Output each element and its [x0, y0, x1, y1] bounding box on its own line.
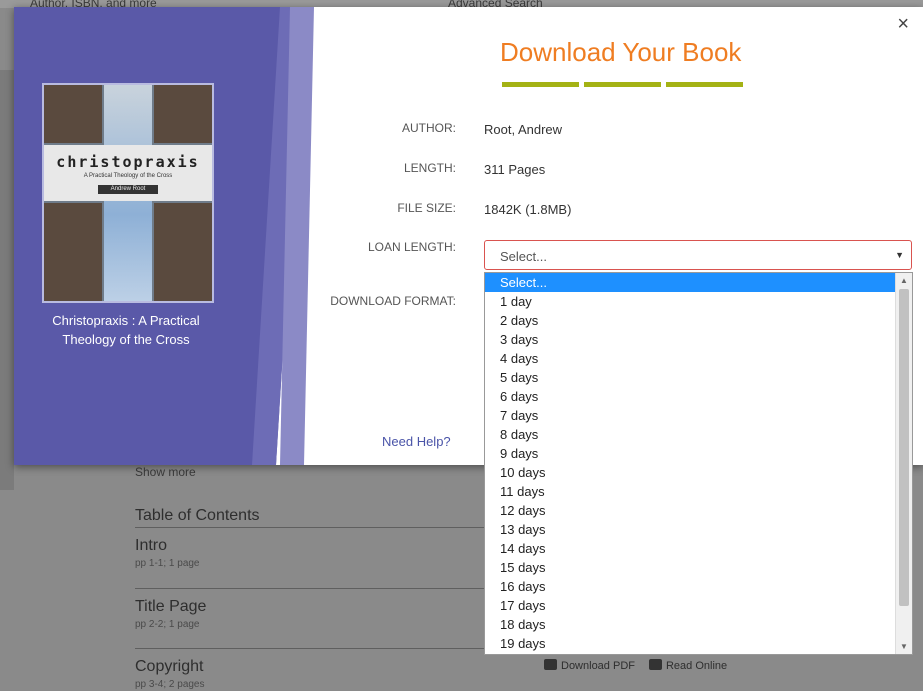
cover-building: [44, 203, 102, 301]
loan-option[interactable]: 16 days: [485, 577, 897, 596]
show-more-link[interactable]: Show more: [135, 465, 196, 479]
scroll-down-icon[interactable]: ▼: [896, 642, 912, 651]
printer-icon: [544, 659, 557, 670]
toc-item[interactable]: Intro pp 1-1; 1 page: [135, 537, 200, 569]
book-panel: christopraxis A Practical Theology of th…: [14, 7, 314, 465]
loan-length-value: Select...: [500, 249, 547, 264]
loan-option[interactable]: 4 days: [485, 349, 897, 368]
loan-option[interactable]: 5 days: [485, 368, 897, 387]
loan-option[interactable]: 19 days: [485, 634, 897, 653]
cover-subtitle: A Practical Theology of the Cross: [83, 173, 173, 179]
cover-author: Andrew Root: [98, 185, 158, 194]
need-help-link[interactable]: Need Help?: [382, 434, 451, 449]
divider: [135, 648, 485, 649]
cover-building: [154, 203, 212, 301]
loan-option[interactable]: 17 days: [485, 596, 897, 615]
length-value: 311 Pages: [484, 162, 546, 177]
heading-underline: [502, 82, 743, 87]
filesize-value: 1842K (1.8MB): [484, 202, 572, 217]
divider: [135, 527, 485, 528]
scroll-up-icon[interactable]: ▲: [896, 276, 912, 285]
toc-item[interactable]: Copyright pp 3-4; 2 pages: [135, 658, 205, 690]
loan-option[interactable]: 13 days: [485, 520, 897, 539]
cover-building: [44, 85, 102, 143]
divider: [135, 588, 485, 589]
book-title: Christopraxis : A Practical Theology of …: [52, 313, 200, 347]
scrollbar-thumb[interactable]: [899, 289, 909, 606]
loan-length-label: LOAN LENGTH:: [367, 240, 456, 254]
download-format-label: DOWNLOAD FORMAT:: [330, 294, 456, 308]
loan-option[interactable]: 8 days: [485, 425, 897, 444]
filesize-label: FILE SIZE:: [397, 201, 456, 215]
loan-option[interactable]: 18 days: [485, 615, 897, 634]
toc-item[interactable]: Title Page pp 2-2; 1 page: [135, 598, 206, 630]
loan-option[interactable]: 15 days: [485, 558, 897, 577]
length-label: LENGTH:: [403, 161, 456, 175]
loan-option[interactable]: 1 day: [485, 292, 897, 311]
cover-building: [154, 85, 212, 143]
loan-option[interactable]: 2 days: [485, 311, 897, 330]
close-icon[interactable]: ×: [897, 13, 909, 36]
toc-actions: Download PDF Read Online: [544, 659, 727, 672]
loan-option[interactable]: 6 days: [485, 387, 897, 406]
loan-option[interactable]: 14 days: [485, 539, 897, 558]
loan-option[interactable]: Select...: [485, 273, 897, 292]
read-online-link[interactable]: Read Online: [648, 659, 727, 672]
download-pdf-link[interactable]: Download PDF: [544, 659, 635, 672]
toc-heading: Table of Contents: [135, 507, 260, 524]
modal-heading: Download Your Book: [500, 37, 742, 67]
cover-title: christopraxis: [56, 153, 200, 171]
loan-option[interactable]: 11 days: [485, 482, 897, 501]
loan-length-select[interactable]: Select... ▼: [484, 240, 912, 270]
loan-option[interactable]: 7 days: [485, 406, 897, 425]
loan-option[interactable]: 9 days: [485, 444, 897, 463]
left-strip: [0, 70, 14, 490]
author-label: AUTHOR:: [402, 121, 456, 135]
book-cover: christopraxis A Practical Theology of th…: [42, 83, 214, 303]
author-value: Root, Andrew: [484, 122, 563, 137]
chevron-down-icon: ▼: [895, 250, 904, 260]
loan-length-dropdown[interactable]: Select... 1 day 2 days 3 days 4 days 5 days 6 …: [484, 272, 913, 655]
loan-option[interactable]: 12 days: [485, 501, 897, 520]
book-icon: [648, 659, 662, 670]
loan-options-list: Select... 1 day 2 days 3 days 4 days 5 days 6 …: [485, 273, 897, 653]
loan-option[interactable]: 3 days: [485, 330, 897, 349]
scrollbar[interactable]: ▲ ▼: [895, 273, 912, 654]
loan-option[interactable]: 10 days: [485, 463, 897, 482]
